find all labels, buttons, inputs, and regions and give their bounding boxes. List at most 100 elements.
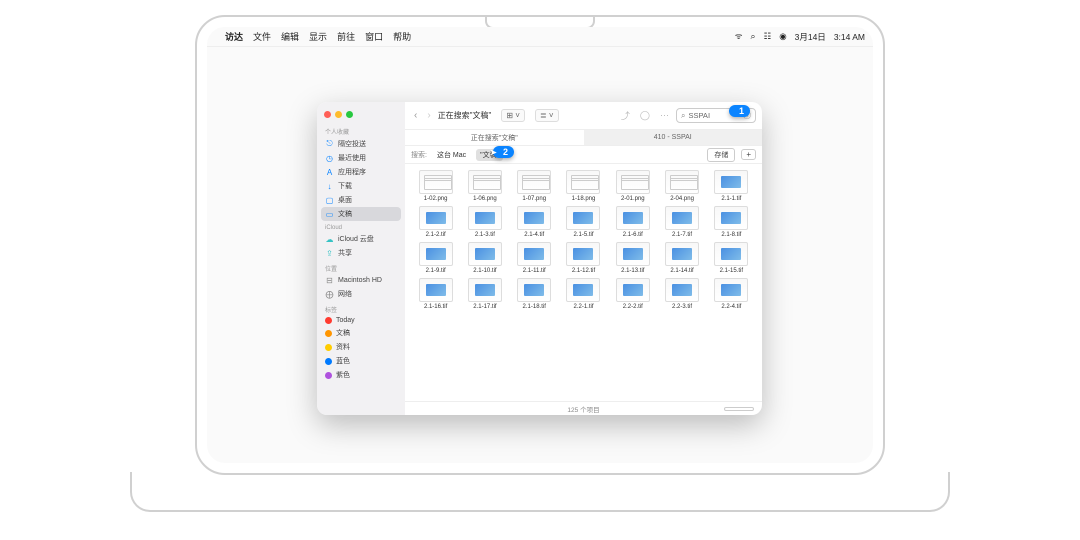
menubar-time[interactable]: 3:14 AM [834,32,865,42]
file-item[interactable]: 1-18.png [561,170,606,202]
file-item[interactable]: 1-02.png [413,170,458,202]
menu-edit[interactable]: 编辑 [281,30,299,43]
file-item[interactable]: 2.1-9.tif [413,242,458,274]
menu-file[interactable]: 文件 [253,30,271,43]
sidebar-item[interactable]: 文稿 [317,326,405,340]
sidebar-item[interactable]: A应用程序 [317,165,405,179]
close-icon[interactable] [324,111,331,118]
file-name: 2.1-16.tif [424,304,447,310]
file-name: 2-04.png [670,196,694,202]
sidebar-item[interactable]: 紫色 [317,368,405,382]
sidebar-item[interactable]: ↓下载 [317,179,405,193]
file-item[interactable]: 2.1-18.tif [512,278,557,310]
file-thumbnail [616,170,650,194]
sidebar-section-tags: 标签 [317,301,405,315]
sidebar-item[interactable]: ⇪共享 [317,246,405,260]
scope-label: 搜索: [411,150,427,160]
sidebar-item[interactable]: 资料 [317,340,405,354]
sidebar-item-icon: ⎋ [325,139,334,149]
file-item[interactable]: 1-06.png [462,170,507,202]
view-switcher[interactable]: ⊞ ˅ [501,109,525,122]
sidebar-item-icon: ⇪ [325,249,334,258]
action-button[interactable]: ⋯ [657,109,672,122]
file-item[interactable]: 2.2-4.tif [709,278,754,310]
menu-view[interactable]: 显示 [309,30,327,43]
control-center-icon[interactable]: ☷ [764,31,772,42]
menubar-date[interactable]: 3月14日 [795,31,826,43]
file-item[interactable]: 2.1-17.tif [462,278,507,310]
file-thumbnail [616,242,650,266]
file-thumbnail [566,278,600,302]
file-item[interactable]: 2.1-5.tif [561,206,606,238]
add-criteria-button[interactable]: + [741,149,756,160]
siri-icon[interactable]: ◉ [779,31,786,42]
sidebar-item-label: 文稿 [336,328,350,338]
sidebar-item[interactable]: Today [317,315,405,326]
tag-dot-icon [325,372,332,379]
sidebar-item[interactable]: ⨁网络 [317,287,405,301]
file-item[interactable]: 2.1-2.tif [413,206,458,238]
file-item[interactable]: 2.1-10.tif [462,242,507,274]
file-item[interactable]: 2.1-16.tif [413,278,458,310]
file-thumbnail [566,206,600,230]
file-item[interactable]: 2-01.png [610,170,655,202]
file-item[interactable]: 2.1-7.tif [659,206,704,238]
sidebar-item[interactable]: ▢桌面 [317,193,405,207]
sidebar-item[interactable]: ☁iCloud 云盘 [317,232,405,246]
window-controls [317,106,405,123]
tab-active[interactable]: 正在搜索"文稿" [405,130,584,145]
wifi-icon[interactable]: ᯤ [735,31,743,42]
file-name: 2.1-11.tif [523,268,546,274]
sidebar-item[interactable]: ⊟Macintosh HD [317,274,405,287]
sidebar-item-icon: ⊟ [325,276,334,285]
tab-other[interactable]: 410 - SSPAI [584,130,763,145]
sidebar-item[interactable]: ◷最近使用 [317,151,405,165]
file-thumbnail [468,242,502,266]
file-item[interactable]: 1-07.png [512,170,557,202]
sidebar-item-icon: A [325,168,334,177]
finder-toolbar: ‹ › 正在搜索"文稿" ⊞ ˅ ≣ ˅ ⤴ ◯ ⋯ ⌕ SSPAI ⓧ [405,102,762,130]
file-item[interactable]: 2.1-6.tif [610,206,655,238]
menu-go[interactable]: 前往 [337,30,355,43]
tab-bar: 正在搜索"文稿" 410 - SSPAI [405,130,762,146]
file-item[interactable]: 2.1-1.tif [709,170,754,202]
item-count: 125 个项目 [567,404,599,414]
back-button[interactable]: ‹ [411,109,420,122]
file-item[interactable]: 2.1-8.tif [709,206,754,238]
icon-size-slider[interactable] [724,407,754,411]
menubar: 访达 文件 编辑 显示 前往 窗口 帮助 ᯤ ⌕ ☷ ◉ 3月14日 3:14 … [207,27,873,47]
forward-button[interactable]: › [424,109,433,122]
file-item[interactable]: 2.1-13.tif [610,242,655,274]
search-menubar-icon[interactable]: ⌕ [751,31,756,42]
file-item[interactable]: 2.1-12.tif [561,242,606,274]
save-search-button[interactable]: 存储 [707,148,735,162]
share-button[interactable]: ⤴ [618,108,633,123]
file-item[interactable]: 2.1-3.tif [462,206,507,238]
group-button[interactable]: ≣ ˅ [535,109,559,122]
menu-help[interactable]: 帮助 [393,30,411,43]
file-item[interactable]: 2.1-11.tif [512,242,557,274]
file-name: 2.1-18.tif [523,304,546,310]
sidebar-item[interactable]: ⎋隔空投送 [317,137,405,151]
file-thumbnail [714,206,748,230]
file-item[interactable]: 2.2-3.tif [659,278,704,310]
file-item[interactable]: 2.1-14.tif [659,242,704,274]
file-name: 2.1-10.tif [473,268,496,274]
file-item[interactable]: 2.1-15.tif [709,242,754,274]
sidebar-item[interactable]: ▭文稿 [321,207,401,221]
sidebar-item-label: iCloud 云盘 [338,234,374,244]
file-item[interactable]: 2.2-2.tif [610,278,655,310]
file-item[interactable]: 2.2-1.tif [561,278,606,310]
file-item[interactable]: 2-04.png [659,170,704,202]
sidebar-item[interactable]: 蓝色 [317,354,405,368]
finder-window: 个人收藏 ⎋隔空投送◷最近使用A应用程序↓下载▢桌面▭文稿 iCloud ☁iC… [317,102,762,415]
menu-window[interactable]: 窗口 [365,30,383,43]
sidebar-section-favorites: 个人收藏 [317,123,405,137]
zoom-icon[interactable] [346,111,353,118]
menubar-app[interactable]: 访达 [225,30,243,43]
minimize-icon[interactable] [335,111,342,118]
tag-dot-icon [325,317,332,324]
file-item[interactable]: 2.1-4.tif [512,206,557,238]
scope-this-mac[interactable]: 这台 Mac [433,149,470,161]
tag-button[interactable]: ◯ [637,109,653,122]
